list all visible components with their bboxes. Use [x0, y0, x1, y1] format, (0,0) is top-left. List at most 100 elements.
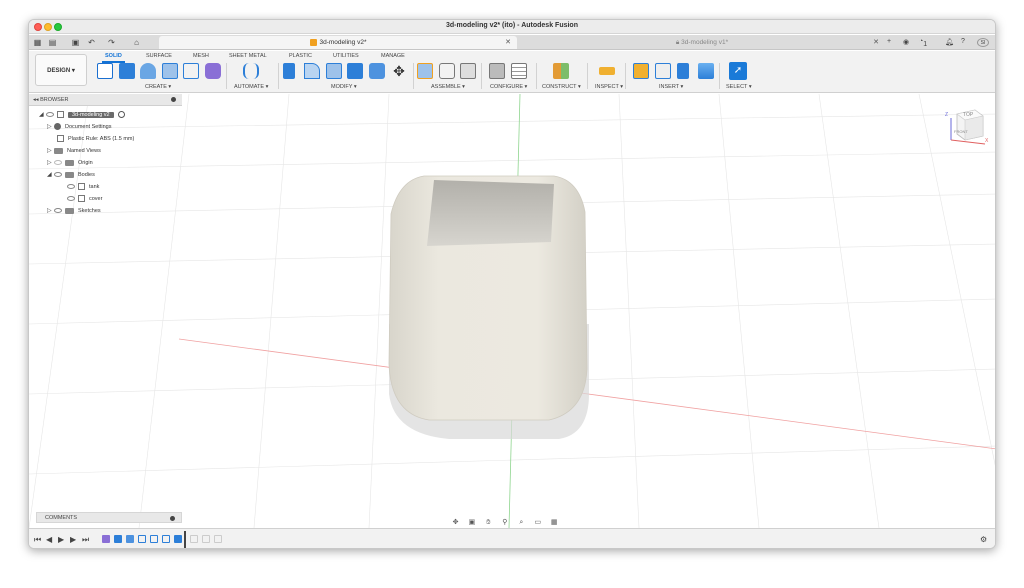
browser-panel-header[interactable]: ◂◂ BROWSER	[29, 94, 182, 106]
modify-menu[interactable]: MODIFY ▾	[331, 84, 357, 90]
as-built-joint-icon[interactable]	[460, 63, 476, 79]
fillet-icon[interactable]	[304, 63, 320, 79]
select-menu[interactable]: SELECT ▾	[726, 84, 752, 90]
press-pull-icon[interactable]	[283, 63, 295, 79]
tree-plastic-rule[interactable]: Plastic Rule: ABS (1.5 mm)	[57, 134, 134, 145]
tab-manage[interactable]: MANAGE	[381, 53, 405, 59]
close-tab-icon[interactable]: ✕	[505, 36, 511, 49]
combine-icon[interactable]	[347, 63, 363, 79]
revolve-icon[interactable]	[140, 63, 156, 79]
tab-mesh[interactable]: MESH	[193, 53, 209, 59]
job-status-icon[interactable]: ◔ 1	[919, 38, 927, 48]
visibility-icon[interactable]	[54, 208, 62, 214]
orbit-icon[interactable]: ✥	[451, 519, 460, 527]
visibility-icon[interactable]	[54, 172, 62, 178]
workspace-switcher[interactable]: DESIGN ▾	[35, 54, 87, 86]
zoom-icon[interactable]: ⚲	[500, 519, 509, 527]
tree-bodies[interactable]: ◢ Bodies	[47, 170, 95, 181]
model-body[interactable]	[388, 175, 589, 439]
step-forward-icon[interactable]: ▶	[70, 535, 76, 544]
tab-surface[interactable]: SURFACE	[146, 53, 172, 59]
assemble-menu[interactable]: ASSEMBLE ▾	[431, 84, 465, 90]
new-tab-icon[interactable]: +	[887, 38, 891, 45]
go-to-end-icon[interactable]: ⏭	[82, 535, 89, 545]
close-tab-icon[interactable]: ✕	[873, 36, 879, 49]
timeline-feature[interactable]	[102, 535, 110, 543]
configuration-table-icon[interactable]	[511, 63, 527, 79]
file-menu-icon[interactable]: ▤	[48, 38, 57, 47]
measure-icon[interactable]	[599, 67, 615, 75]
visibility-icon[interactable]	[54, 160, 62, 166]
timeline-feature[interactable]	[174, 535, 182, 543]
new-component-icon[interactable]	[417, 63, 433, 79]
configure-menu[interactable]: CONFIGURE ▾	[490, 84, 527, 90]
notifications-icon[interactable]: 🔔︎	[945, 38, 954, 46]
construct-menu[interactable]: CONSTRUCT ▾	[542, 84, 581, 90]
insert-derive-icon[interactable]	[633, 63, 649, 79]
pin-icon[interactable]	[171, 97, 176, 102]
timeline-feature[interactable]	[214, 535, 222, 543]
inspect-menu[interactable]: INSPECT ▾	[595, 84, 623, 90]
tree-body-tank[interactable]: tank	[67, 182, 99, 193]
insert-menu[interactable]: INSERT ▾	[659, 84, 683, 90]
user-avatar[interactable]: SI	[977, 38, 989, 47]
insert-canvas-icon[interactable]	[698, 63, 714, 79]
tree-body-cover[interactable]: cover	[67, 194, 102, 205]
tree-sketches[interactable]: ▷ Sketches	[47, 206, 101, 217]
tree-root[interactable]: ◢ 3d-modeling v2	[39, 110, 126, 121]
extensions-icon[interactable]: ◉	[903, 38, 909, 46]
tree-origin[interactable]: ▷ Origin	[47, 158, 93, 169]
timeline-feature[interactable]	[126, 535, 134, 543]
timeline-marker[interactable]	[184, 531, 186, 548]
create-menu[interactable]: CREATE ▾	[145, 84, 171, 90]
collapse-icon[interactable]: ◂◂	[33, 97, 40, 103]
help-icon[interactable]: ?	[961, 38, 965, 45]
step-back-icon[interactable]: ◀	[46, 535, 52, 544]
fit-icon[interactable]: ⌕	[517, 519, 526, 527]
tab-sheet-metal[interactable]: SHEET METAL	[229, 53, 267, 59]
timeline-feature[interactable]	[190, 535, 198, 543]
select-cursor-icon[interactable]: ➚	[729, 62, 747, 80]
visibility-icon[interactable]	[46, 112, 54, 118]
offset-plane-icon[interactable]	[553, 63, 569, 79]
timeline-feature[interactable]	[202, 535, 210, 543]
go-to-start-icon[interactable]: ⏮	[34, 535, 41, 545]
visibility-icon[interactable]	[67, 196, 75, 202]
pan-icon[interactable]: ✋︎	[484, 519, 493, 527]
timeline-feature[interactable]	[138, 535, 146, 543]
box-icon[interactable]	[183, 63, 199, 79]
pin-icon[interactable]	[170, 516, 175, 521]
view-cube[interactable]: TOP FRONT Z X	[945, 106, 988, 145]
timeline-settings-gear-icon[interactable]: ⚙	[980, 535, 987, 544]
grid-settings-icon[interactable]: ▦	[550, 519, 559, 527]
joint-icon[interactable]	[439, 63, 455, 79]
form-icon[interactable]	[205, 63, 221, 79]
play-icon[interactable]: ▶	[58, 535, 64, 544]
automate-icon[interactable]	[243, 63, 259, 79]
tree-document-settings[interactable]: ▷ Document Settings	[47, 122, 111, 133]
split-body-icon[interactable]	[369, 63, 385, 79]
automate-menu[interactable]: AUTOMATE ▾	[234, 84, 268, 90]
canvas-viewport[interactable]: ◂◂ BROWSER ◢ 3d-modeling v2 ▷ Document Set…	[29, 94, 995, 528]
tab-3d-modeling-v1[interactable]: 🔒︎ 3d-modeling v1* ✕	[519, 36, 885, 49]
comments-panel[interactable]: COMMENTS	[36, 512, 182, 523]
display-settings-icon[interactable]: ▭	[533, 519, 542, 527]
save-icon[interactable]: ▣	[71, 38, 80, 47]
create-sketch-icon[interactable]	[97, 63, 113, 79]
timeline-feature[interactable]	[150, 535, 158, 543]
tab-plastic[interactable]: PLASTIC	[289, 53, 312, 59]
home-icon[interactable]: ⌂	[132, 38, 141, 47]
tab-utilities[interactable]: UTILITIES	[333, 53, 359, 59]
visibility-icon[interactable]	[67, 184, 75, 190]
timeline-feature[interactable]	[114, 535, 122, 543]
undo-icon[interactable]: ↶	[87, 38, 96, 47]
configure-icon[interactable]	[489, 63, 505, 79]
tab-solid[interactable]: SOLID	[102, 53, 125, 63]
insert-mesh-icon[interactable]	[677, 63, 689, 79]
tab-3d-modeling-v2[interactable]: 3d-modeling v2* ✕	[159, 36, 517, 49]
timeline-feature[interactable]	[162, 535, 170, 543]
look-at-icon[interactable]: ▣	[467, 519, 476, 527]
activate-radio-icon[interactable]	[118, 111, 126, 119]
tree-named-views[interactable]: ▷ Named Views	[47, 146, 101, 157]
shell-icon[interactable]	[326, 63, 342, 79]
